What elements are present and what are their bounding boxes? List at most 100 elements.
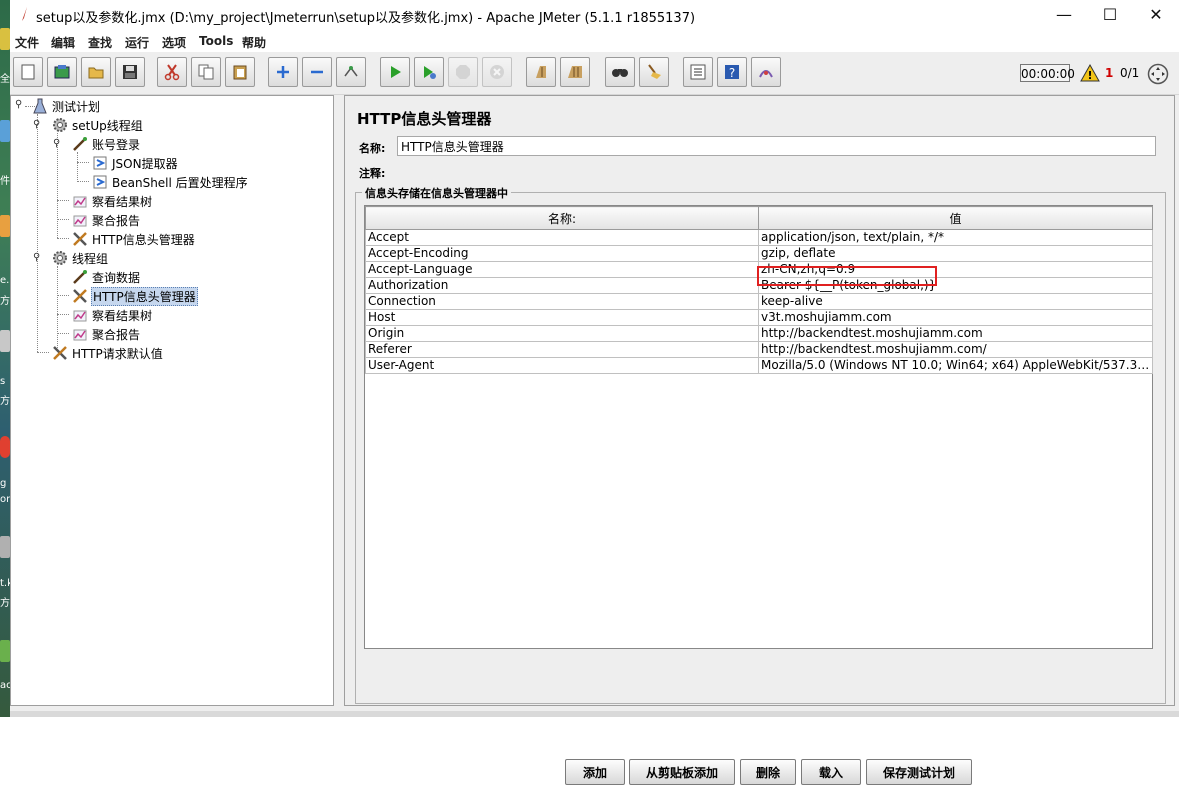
desktop-shortcut-icon[interactable] — [0, 330, 10, 352]
tree-toggle-icon[interactable]: ⚲ — [33, 252, 40, 263]
tree-node-http-defaults[interactable]: HTTP请求默认值 — [51, 344, 164, 362]
menu-edit[interactable]: 编辑 — [51, 34, 75, 51]
warning-icon[interactable]: ! — [1080, 64, 1100, 82]
pane-splitter[interactable] — [336, 95, 342, 706]
open-button[interactable] — [81, 57, 111, 87]
menu-file[interactable]: 文件 — [15, 34, 39, 51]
tree-node-view-results-tree[interactable]: 察看结果树 — [71, 306, 153, 324]
cut-button[interactable] — [157, 57, 187, 87]
toggle-button[interactable] — [336, 57, 366, 87]
header-value-cell[interactable]: application/json, text/plain, */* — [758, 229, 1153, 246]
desktop-shortcut-icon[interactable] — [0, 215, 10, 237]
tree-toggle-icon[interactable]: ⚲ — [33, 119, 40, 130]
header-value-cell[interactable]: v3t.moshujiamm.com — [758, 309, 1153, 326]
header-value-cell[interactable]: keep-alive — [758, 293, 1153, 310]
comment-input[interactable] — [397, 161, 1156, 181]
save-test-plan-button[interactable]: 保存测试计划 — [866, 759, 972, 785]
table-row[interactable]: Connection keep-alive — [365, 293, 1153, 310]
clear-all-button[interactable] — [560, 57, 590, 87]
stop-button[interactable] — [448, 57, 478, 87]
reset-search-button[interactable] — [639, 57, 669, 87]
desktop-shortcut-icon[interactable] — [0, 28, 10, 50]
search-button[interactable] — [605, 57, 635, 87]
menu-run[interactable]: 运行 — [125, 34, 149, 51]
header-value-cell[interactable]: gzip, deflate — [758, 245, 1153, 262]
panel-title: HTTP信息头管理器 — [357, 110, 492, 128]
add-from-clipboard-button[interactable]: 从剪贴板添加 — [629, 759, 735, 785]
tree-toggle-icon[interactable]: ⚲ — [15, 99, 22, 110]
table-row[interactable]: Referer http://backendtest.moshujiamm.com… — [365, 341, 1153, 358]
tree-node-thread-group[interactable]: 线程组 — [51, 249, 109, 267]
menu-help[interactable]: 帮助 — [242, 34, 266, 51]
title-bar[interactable]: setup以及参数化.jmx (D:\my_project\Jmeterrun\… — [10, 0, 1179, 30]
header-name-cell[interactable]: User-Agent — [365, 357, 759, 374]
tree-toggle-icon[interactable]: ⚲ — [53, 138, 60, 149]
header-name-cell[interactable]: Accept-Encoding — [365, 245, 759, 262]
new-button[interactable] — [13, 57, 43, 87]
header-value-cell[interactable]: http://backendtest.moshujiamm.com — [758, 325, 1153, 342]
help-button[interactable]: ? — [717, 57, 747, 87]
header-name-cell[interactable]: Host — [365, 309, 759, 326]
delete-button[interactable]: 删除 — [740, 759, 796, 785]
desktop-label: 件 — [0, 176, 10, 187]
desktop-background: 全 件 e. 方 s 方 g or t.k 方 ac — [0, 0, 10, 717]
start-button[interactable] — [380, 57, 410, 87]
expand-all-button[interactable] — [268, 57, 298, 87]
tree-node-test-plan[interactable]: 测试计划 — [31, 97, 101, 115]
name-input[interactable] — [397, 136, 1156, 156]
copy-button[interactable] — [191, 57, 221, 87]
desktop-shortcut-icon[interactable] — [0, 640, 10, 662]
log-viewer-button[interactable] — [751, 57, 781, 87]
function-helper-button[interactable] — [683, 57, 713, 87]
add-button[interactable]: 添加 — [565, 759, 625, 785]
minimize-button[interactable]: — — [1041, 0, 1087, 30]
tree-node-view-results-tree[interactable]: 察看结果树 — [71, 192, 153, 210]
column-header-name[interactable]: 名称: — [365, 206, 759, 230]
tree-node-setup-thread-group[interactable]: setUp线程组 — [51, 116, 144, 134]
table-row[interactable]: User-Agent Mozilla/5.0 (Windows NT 10.0; … — [365, 357, 1153, 374]
test-plan-icon — [31, 97, 49, 115]
desktop-label: s — [0, 376, 6, 387]
tree-node-json-extractor[interactable]: JSON提取器 — [91, 154, 179, 172]
header-name-cell[interactable]: Authorization — [365, 277, 759, 294]
headers-button-bar: 添加 从剪贴板添加 删除 载入 保存测试计划 — [356, 759, 1165, 785]
maximize-button[interactable]: ☐ — [1087, 0, 1133, 30]
start-no-pauses-button[interactable] — [414, 57, 444, 87]
table-row[interactable]: Host v3t.moshujiamm.com — [365, 309, 1153, 326]
tree-node-header-manager[interactable]: HTTP信息头管理器 — [71, 230, 196, 248]
header-name-cell[interactable]: Referer — [365, 341, 759, 358]
paste-button[interactable] — [225, 57, 255, 87]
tree-node-aggregate-report[interactable]: 聚合报告 — [71, 325, 141, 343]
column-header-value[interactable]: 值 — [758, 206, 1153, 230]
header-name-cell[interactable]: Origin — [365, 325, 759, 342]
table-row[interactable]: Accept application/json, text/plain, */* — [365, 229, 1153, 246]
tree-node-header-manager-selected[interactable]: HTTP信息头管理器 — [71, 286, 198, 306]
chrome-icon[interactable] — [0, 436, 10, 458]
desktop-shortcut-icon[interactable] — [0, 120, 10, 142]
log-viewer-icon — [759, 70, 773, 78]
header-value-cell[interactable]: Mozilla/5.0 (Windows NT 10.0; Win64; x64… — [758, 357, 1153, 374]
header-value-cell[interactable]: http://backendtest.moshujiamm.com/ — [758, 341, 1153, 358]
desktop-label: 方 — [0, 296, 10, 307]
save-button[interactable] — [115, 57, 145, 87]
tree-node-beanshell-postprocessor[interactable]: BeanShell 后置处理程序 — [91, 173, 249, 191]
shutdown-button[interactable] — [482, 57, 512, 87]
collapse-all-button[interactable] — [302, 57, 332, 87]
clear-button[interactable] — [526, 57, 556, 87]
desktop-shortcut-icon[interactable] — [0, 536, 10, 558]
header-name-cell[interactable]: Accept-Language — [365, 261, 759, 278]
menu-options[interactable]: 选项 — [162, 34, 186, 51]
load-button[interactable]: 载入 — [801, 759, 861, 785]
table-row[interactable]: Origin http://backendtest.moshujiamm.com — [365, 325, 1153, 342]
tree-node-aggregate-report[interactable]: 聚合报告 — [71, 211, 141, 229]
header-name-cell[interactable]: Connection — [365, 293, 759, 310]
header-name-cell[interactable]: Accept — [365, 229, 759, 246]
menu-tools[interactable]: Tools — [199, 34, 233, 48]
table-row[interactable]: Accept-Encoding gzip, deflate — [365, 245, 1153, 262]
templates-button[interactable] — [47, 57, 77, 87]
close-button[interactable]: ✕ — [1133, 0, 1179, 30]
tree-node-query-sampler[interactable]: 查询数据 — [71, 268, 141, 286]
menu-search[interactable]: 查找 — [88, 34, 112, 51]
tree-node-login-sampler[interactable]: 账号登录 — [71, 135, 141, 153]
remote-status-icon[interactable] — [1147, 63, 1169, 85]
